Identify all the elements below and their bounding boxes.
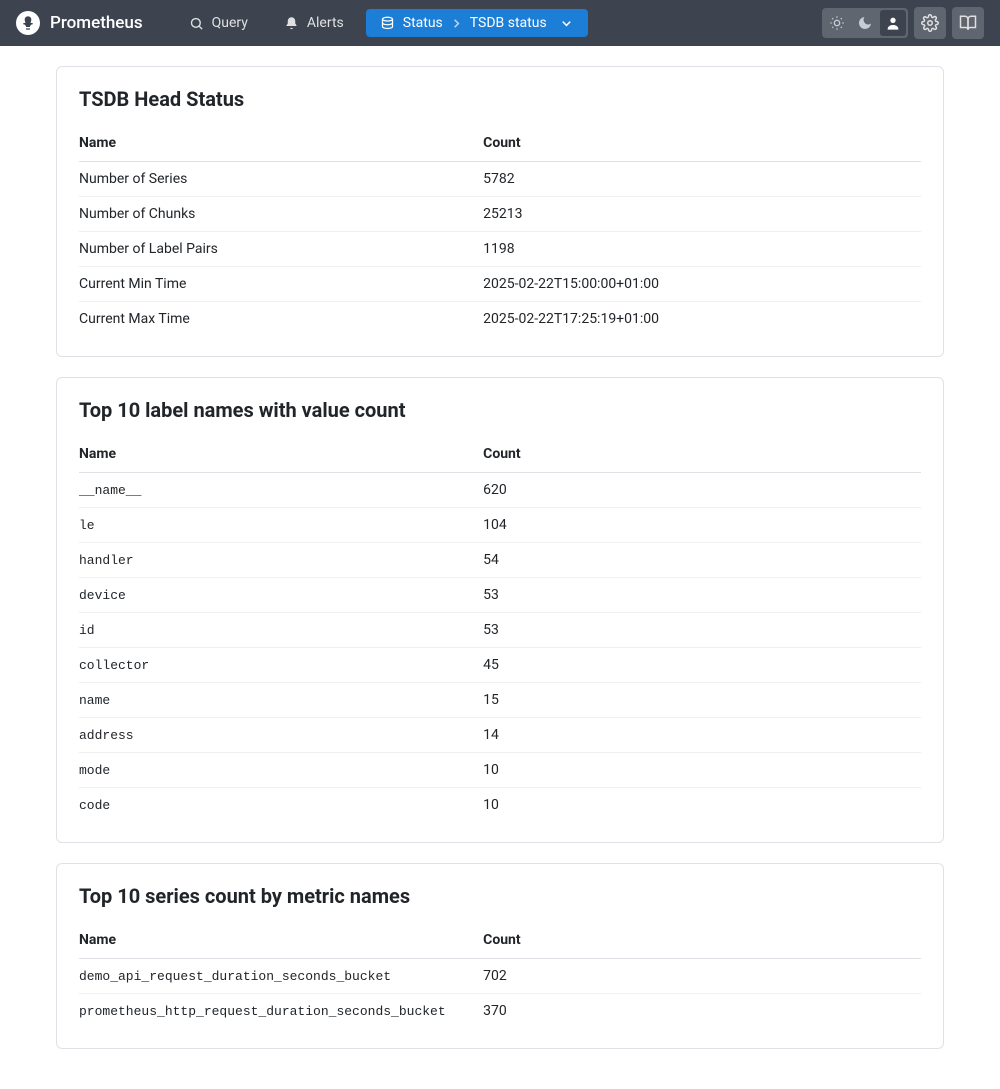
nav-query[interactable]: Query (175, 9, 262, 37)
user-icon (885, 15, 901, 31)
docs-button[interactable] (952, 7, 984, 39)
cell-name: demo_api_request_duration_seconds_bucket (79, 959, 483, 994)
nav-status-dropdown[interactable]: Status TSDB status (366, 9, 588, 37)
nav-alerts[interactable]: Alerts (270, 9, 358, 37)
table-row: le104 (79, 508, 921, 543)
status-breadcrumb: Status TSDB status (403, 15, 547, 31)
cell-name: handler (79, 543, 483, 578)
nav-query-label: Query (212, 15, 248, 31)
cell-value: 14 (483, 718, 921, 753)
table-row: Current Min Time2025-02-22T15:00:00+01:0… (79, 267, 921, 302)
cell-value: 53 (483, 613, 921, 648)
cell-value: 45 (483, 648, 921, 683)
table-row: Number of Chunks25213 (79, 197, 921, 232)
table-row: Current Max Time2025-02-22T17:25:19+01:0… (79, 302, 921, 337)
table-row: __name__620 (79, 473, 921, 508)
cell-name: code (79, 788, 483, 823)
head-status-card: TSDB Head Status Name Count Number of Se… (56, 66, 944, 357)
cell-value: 2025-02-22T17:25:19+01:00 (483, 302, 921, 337)
brand-name: Prometheus (50, 13, 143, 33)
navbar: Prometheus Query Alerts Status TSDB stat… (0, 0, 1000, 46)
cell-value: 1198 (483, 232, 921, 267)
table-row: demo_api_request_duration_seconds_bucket… (79, 959, 921, 994)
label-names-table: Name Count __name__620le104handler54devi… (79, 436, 921, 822)
prometheus-logo-icon (16, 11, 40, 35)
nav-alerts-label: Alerts (307, 15, 344, 31)
table-row: id53 (79, 613, 921, 648)
cell-name: name (79, 683, 483, 718)
label-names-title: Top 10 label names with value count (79, 398, 921, 422)
cell-name: id (79, 613, 483, 648)
chevron-down-icon (559, 16, 574, 31)
theme-dark[interactable] (852, 10, 878, 36)
sun-icon (829, 15, 845, 31)
bell-icon (284, 16, 299, 31)
cell-value: 53 (483, 578, 921, 613)
cell-value: 10 (483, 753, 921, 788)
series-count-title: Top 10 series count by metric names (79, 884, 921, 908)
cell-value: 54 (483, 543, 921, 578)
theme-auto[interactable] (880, 10, 906, 36)
cell-value: 15 (483, 683, 921, 718)
col-count: Count (483, 125, 921, 162)
search-icon (189, 16, 204, 31)
col-name: Name (79, 125, 483, 162)
content: TSDB Head Status Name Count Number of Se… (40, 46, 960, 1089)
nav-status-label: Status (403, 15, 443, 31)
col-name: Name (79, 436, 483, 473)
head-status-table: Name Count Number of Series5782Number of… (79, 125, 921, 336)
table-row: handler54 (79, 543, 921, 578)
cell-value: 2025-02-22T15:00:00+01:00 (483, 267, 921, 302)
cell-value: 370 (483, 994, 921, 1029)
cell-value: 104 (483, 508, 921, 543)
table-row: mode10 (79, 753, 921, 788)
cell-name: Number of Chunks (79, 197, 483, 232)
cell-value: 702 (483, 959, 921, 994)
cell-name: __name__ (79, 473, 483, 508)
table-row: Number of Series5782 (79, 162, 921, 197)
head-status-title: TSDB Head Status (79, 87, 921, 111)
table-row: name15 (79, 683, 921, 718)
cell-value: 25213 (483, 197, 921, 232)
cell-value: 5782 (483, 162, 921, 197)
nav-right (822, 7, 984, 39)
cell-name: Current Min Time (79, 267, 483, 302)
theme-toggle (822, 8, 908, 38)
cell-name: mode (79, 753, 483, 788)
label-names-card: Top 10 label names with value count Name… (56, 377, 944, 843)
table-row: Number of Label Pairs1198 (79, 232, 921, 267)
cell-name: le (79, 508, 483, 543)
nav-status-breadcrumb-label: TSDB status (470, 15, 547, 31)
table-row: code10 (79, 788, 921, 823)
cell-name: Number of Label Pairs (79, 232, 483, 267)
cell-value: 620 (483, 473, 921, 508)
table-row: prometheus_http_request_duration_seconds… (79, 994, 921, 1029)
cell-name: device (79, 578, 483, 613)
cell-name: prometheus_http_request_duration_seconds… (79, 994, 483, 1029)
brand[interactable]: Prometheus (16, 11, 143, 35)
gear-icon (921, 14, 939, 32)
cell-name: Number of Series (79, 162, 483, 197)
moon-icon (857, 15, 873, 31)
book-icon (959, 14, 977, 32)
chevron-right-icon (449, 16, 464, 31)
cell-name: address (79, 718, 483, 753)
cell-value: 10 (483, 788, 921, 823)
settings-button[interactable] (914, 7, 946, 39)
theme-light[interactable] (824, 10, 850, 36)
cell-name: Current Max Time (79, 302, 483, 337)
database-icon (380, 16, 395, 31)
cell-name: collector (79, 648, 483, 683)
col-count: Count (483, 436, 921, 473)
table-row: collector45 (79, 648, 921, 683)
table-row: device53 (79, 578, 921, 613)
series-count-card: Top 10 series count by metric names Name… (56, 863, 944, 1049)
col-count: Count (483, 922, 921, 959)
series-count-table: Name Count demo_api_request_duration_sec… (79, 922, 921, 1028)
col-name: Name (79, 922, 483, 959)
table-row: address14 (79, 718, 921, 753)
